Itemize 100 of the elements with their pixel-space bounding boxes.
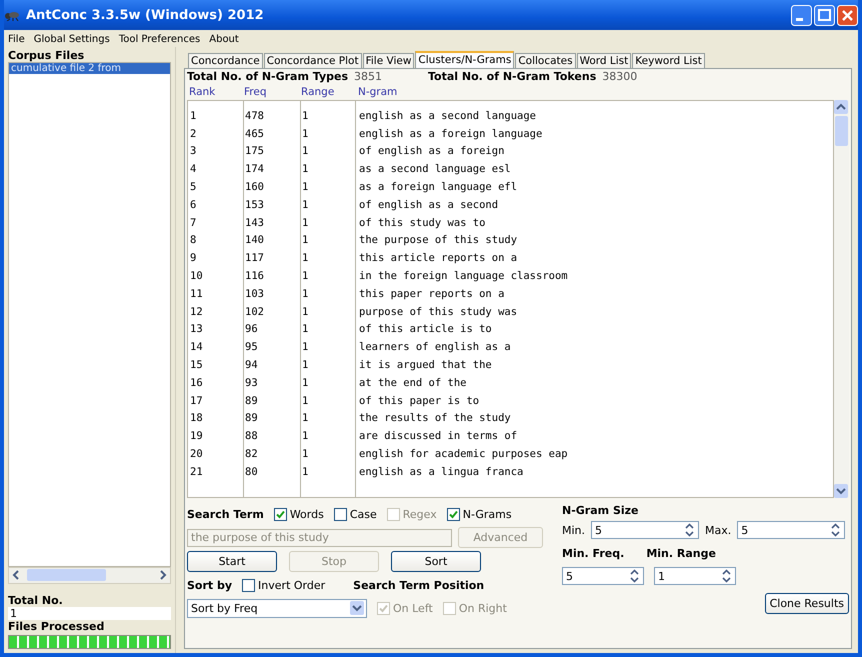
position-label: Search Term Position xyxy=(353,578,484,592)
column-header[interactable]: Freq xyxy=(242,86,299,100)
table-cell-text: 88 xyxy=(244,430,259,442)
table-cell-text: 153 xyxy=(244,198,265,211)
table-cell-text: 1 xyxy=(301,128,310,140)
table-cell-text: 1 xyxy=(301,341,310,354)
table-cell-text: 1 xyxy=(301,412,310,424)
table-cell-text: 96 xyxy=(244,323,259,336)
table-cell-text: english as a second language xyxy=(358,110,538,122)
table-cell-text: learners of english as a xyxy=(358,341,512,354)
min-freq-label: Min. Freq. xyxy=(562,546,624,560)
scroll-thumb[interactable] xyxy=(27,569,106,582)
table-cell-text: 103 xyxy=(244,288,265,300)
menu-item[interactable]: About xyxy=(209,34,239,45)
total-value: 1 xyxy=(8,607,171,620)
spinner-arrows-icon[interactable] xyxy=(685,523,694,537)
tab[interactable]: Word List xyxy=(576,53,632,68)
table-cell-text: the purpose of this study xyxy=(358,234,518,246)
table-cell-text: 82 xyxy=(244,448,259,460)
table-cell-text: 116 xyxy=(244,270,265,282)
horizontal-scrollbar[interactable] xyxy=(8,566,171,584)
table-cell-text: it is argued that the xyxy=(358,359,493,372)
table-cell-text: 4 xyxy=(189,163,198,176)
search-term-label: Search Term xyxy=(187,508,264,520)
table-cell-text: this article reports on a xyxy=(358,252,518,264)
table-cell-text: 9 xyxy=(189,252,198,264)
column-header[interactable]: Rank xyxy=(187,86,242,100)
table-cell-text: 1 xyxy=(301,163,310,176)
tab[interactable]: Keyword List xyxy=(632,53,705,68)
table-cell-text: 6 xyxy=(189,198,198,211)
files-processed-label: Files Processed xyxy=(8,620,106,634)
sort-by-label: Sort by xyxy=(187,578,232,592)
sort-dropdown[interactable]: Sort by Freq xyxy=(187,598,367,618)
tab[interactable]: Collocates xyxy=(515,53,576,68)
spinner-arrows-icon[interactable] xyxy=(630,569,639,583)
min-freq-spinner[interactable]: 5 xyxy=(562,567,644,585)
table-cell-text: 94 xyxy=(244,359,259,372)
table-cell-text: 10 xyxy=(189,270,204,282)
table-cell-text: 1 xyxy=(301,306,310,318)
tab[interactable]: Clusters/N-Grams xyxy=(415,51,514,68)
table-cell-text: 89 xyxy=(244,394,259,407)
table-cell-text: english as a lingua franca xyxy=(358,466,524,478)
column-header[interactable]: Range xyxy=(299,86,354,100)
action-button[interactable]: Sort xyxy=(391,551,481,572)
table-cell-text: of this study was to xyxy=(358,216,486,229)
minimize-icon[interactable] xyxy=(791,4,812,26)
table-cell-text: 18 xyxy=(189,412,204,424)
min-size-spinner[interactable]: 5 xyxy=(591,521,700,539)
table-cell-text: 19 xyxy=(189,430,204,442)
table-cell-text: 5 xyxy=(189,181,198,194)
tab[interactable]: Concordance xyxy=(188,53,263,68)
table-cell-text: at the end of the xyxy=(358,376,468,389)
min-range-label: Min. Range xyxy=(646,546,716,560)
total-value: 38300 xyxy=(602,70,638,83)
table-cell-text: 1 xyxy=(301,234,310,246)
table-cell-text: 1 xyxy=(301,323,310,336)
spinner-arrows-icon[interactable] xyxy=(722,569,731,583)
menu-item[interactable]: Global Settings xyxy=(34,34,110,45)
table-cell-text: 15 xyxy=(189,359,204,372)
scroll-thumb[interactable] xyxy=(835,116,848,146)
min-label: Min. xyxy=(562,524,586,536)
menu-item[interactable]: File xyxy=(8,34,25,45)
table-cell-text: 93 xyxy=(244,376,259,389)
table-cell-text: 102 xyxy=(244,306,265,318)
table-cell-text: 160 xyxy=(244,181,265,194)
table-cell-text: this paper reports on a xyxy=(358,288,506,300)
table-cell-text: 21 xyxy=(189,466,204,478)
tab[interactable]: File View xyxy=(362,53,414,68)
table-cell-text: 174 xyxy=(244,163,265,176)
table-cell-text: 1 xyxy=(301,359,310,372)
min-range-spinner[interactable]: 1 xyxy=(654,567,736,585)
tab[interactable]: Concordance Plot xyxy=(264,53,362,68)
total-label: Total No. xyxy=(8,594,64,608)
file-item[interactable]: cumulative file 2 from xyxy=(9,63,170,74)
table-cell-text: of english as a foreign xyxy=(358,145,506,158)
caret-icon xyxy=(350,601,364,615)
table-cell-text: 12 xyxy=(189,306,204,318)
action-button[interactable]: Start xyxy=(187,551,277,572)
table-cell-text: 1 xyxy=(301,252,310,264)
spinner-arrows-icon[interactable] xyxy=(831,523,840,537)
section-label: Corpus Files xyxy=(8,49,86,62)
ngram-size-label: N-Gram Size xyxy=(562,504,640,517)
column-header[interactable]: N-gram xyxy=(354,86,849,100)
table-cell-text: of this article is to xyxy=(358,323,493,336)
max-size-spinner[interactable]: 5 xyxy=(737,521,846,539)
table-cell-text: 1 xyxy=(301,376,310,389)
menu-item[interactable]: Tool Preferences xyxy=(118,34,200,45)
vertical-scrollbar[interactable] xyxy=(834,100,849,498)
table-cell-text: 11 xyxy=(189,288,204,300)
checkbox-icon[interactable] xyxy=(242,578,256,592)
checkbox[interactable]: Invert Order xyxy=(242,578,326,592)
table-cell-text: 7 xyxy=(189,216,198,229)
maximize-icon[interactable] xyxy=(814,4,835,26)
table-cell-text: 20 xyxy=(189,448,204,460)
table-cell-text: 143 xyxy=(244,216,265,229)
table-cell-text: 1 xyxy=(301,466,310,478)
close-icon[interactable] xyxy=(837,4,858,26)
clone-results-button[interactable]: Clone Results xyxy=(764,593,849,614)
table-cell-text: 1 xyxy=(301,430,310,442)
table-cell-text: purpose of this study was xyxy=(358,306,518,318)
